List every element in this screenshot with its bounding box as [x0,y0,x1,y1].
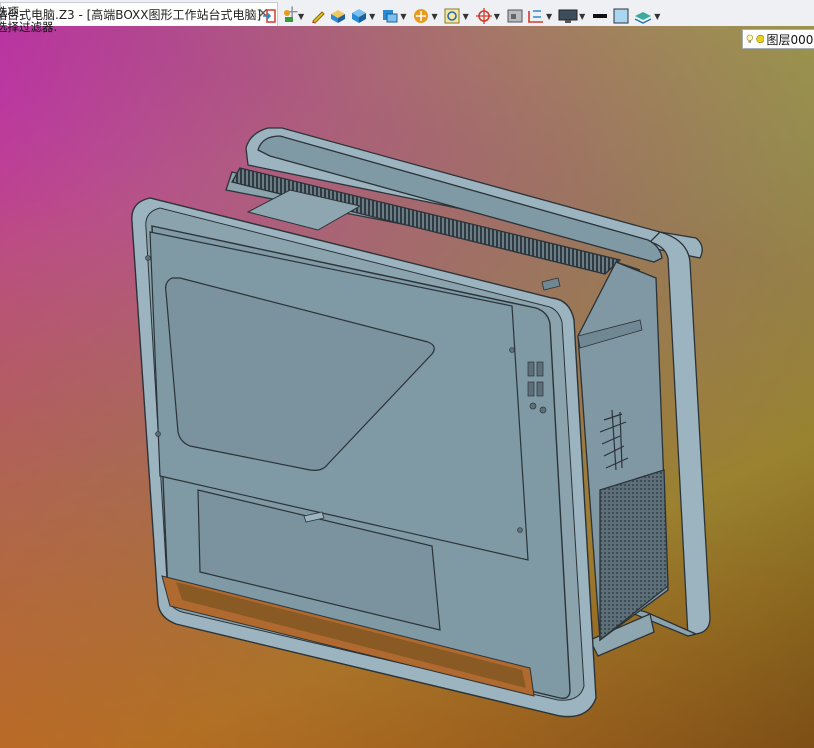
cube-view-icon[interactable]: ▼ [350,8,378,24]
chevron-down-icon[interactable]: ▼ [494,12,500,21]
status-hint: 选项. 选择过滤器. [0,5,57,35]
render-mode-icon[interactable]: ▼ [412,8,440,24]
layer-stack-icon[interactable]: ▼ [633,8,663,24]
layer-selector[interactable]: 图层0000 [742,29,814,49]
chevron-down-icon[interactable]: ▼ [579,12,585,21]
status-hint-line1: 选项. [0,5,23,19]
grid-icon[interactable] [506,8,524,24]
tree-filter-icon[interactable]: ▼ [281,8,307,24]
view-toolbar: ▼ ▼ ▼ ▼ ▼ ▼ ▼ ▼ ▼ [262,3,663,29]
chevron-down-icon[interactable]: ▼ [298,12,304,21]
dimension-icon[interactable]: ▼ [527,8,555,24]
lightbulb-icon[interactable] [746,31,754,47]
exit-sketch-icon[interactable] [262,8,278,24]
view-orient-icon[interactable]: ▼ [381,8,409,24]
chevron-down-icon[interactable]: ▼ [369,12,375,21]
chevron-down-icon[interactable]: ▼ [654,12,660,21]
line-style-icon[interactable] [591,8,609,24]
chevron-down-icon[interactable]: ▼ [400,12,406,21]
display-icon[interactable]: ▼ [558,8,588,24]
workstation-model [131,127,711,718]
zoom-icon[interactable]: ▼ [444,8,472,24]
shaded-box-icon[interactable] [329,8,347,24]
crosshair-icon[interactable]: ▼ [475,8,503,24]
pencil-icon[interactable] [310,8,326,24]
3d-viewport[interactable] [0,26,814,748]
status-hint-line2: 选择过滤器. [0,20,58,34]
chevron-down-icon[interactable]: ▼ [431,12,437,21]
chevron-down-icon[interactable]: ▼ [463,12,469,21]
layer-status-icon[interactable] [755,32,765,46]
color-swatch-icon[interactable] [612,8,630,24]
chevron-down-icon[interactable]: ▼ [546,12,552,21]
layer-name: 图层0000 [766,32,814,47]
